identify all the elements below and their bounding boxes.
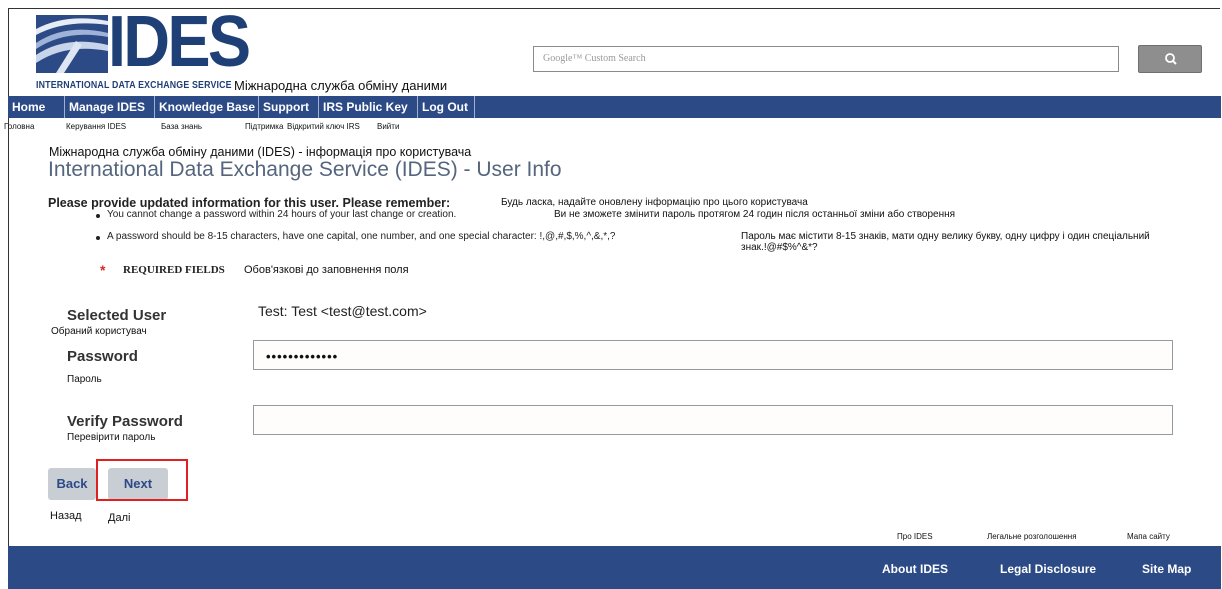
rule-24h: You cannot change a password within 24 h…: [107, 209, 457, 220]
rule-password-format: A password should be 8-15 characters, ha…: [107, 231, 616, 242]
footer-about-uk: Про IDES: [897, 532, 933, 541]
bullet-dot: [96, 214, 100, 218]
required-fields-label-uk: Обов'язкові до заповнення поля: [244, 264, 409, 276]
instructions-heading: Please provide updated information for t…: [48, 196, 451, 210]
nav-irs-public-key[interactable]: IRS Public Key: [319, 96, 418, 118]
search-placeholder: Google™ Custom Search: [543, 53, 646, 64]
search-input[interactable]: Google™ Custom Search: [533, 46, 1119, 72]
nav-key-uk: Відкритий ключ IRS: [287, 122, 360, 131]
instructions-heading-uk: Будь ласка, надайте оновлену інформацію …: [501, 197, 808, 208]
nav-home[interactable]: Home: [8, 96, 65, 118]
nav-support[interactable]: Support: [259, 96, 319, 118]
ides-logo-icon: [36, 15, 108, 73]
logo-subtitle: INTERNATIONAL DATA EXCHANGE SERVICE: [36, 80, 232, 91]
nav-knowledge-base[interactable]: Knowledge Base: [155, 96, 259, 118]
password-label-uk: Пароль: [67, 374, 102, 385]
nav-logout-uk: Вийти: [377, 122, 400, 131]
selected-user-value: Test: Test <test@test.com>: [258, 303, 427, 319]
verify-password-label: Verify Password: [67, 413, 183, 430]
main-nav: Home Manage IDES Knowledge Base Support …: [8, 96, 1221, 118]
back-button-uk: Назад: [50, 510, 82, 522]
search-button[interactable]: [1138, 45, 1202, 73]
footer-sitemap-link[interactable]: Site Map: [1142, 562, 1191, 576]
password-field[interactable]: •••••••••••••: [253, 340, 1173, 370]
page-title: International Data Exchange Service (IDE…: [48, 158, 562, 181]
logo-subtitle-uk: Міжнародна служба обміну даними: [234, 78, 448, 93]
footer-about-link[interactable]: About IDES: [882, 562, 948, 576]
verify-password-label-uk: Перевірити пароль: [67, 432, 156, 443]
footer-legal-uk: Легальне розголошення: [987, 532, 1077, 541]
verify-password-field[interactable]: [253, 405, 1173, 435]
back-button[interactable]: Back: [48, 468, 96, 500]
rule-24h-uk: Ви не зможете змінити пароль протягом 24…: [554, 209, 956, 220]
rule-password-format-uk: Пароль має містити 8-15 знаків, мати одн…: [741, 231, 1150, 242]
nav-home-uk: Головна: [4, 122, 35, 131]
page-title-uk: Міжнародна служба обміну даними (IDES) -…: [49, 145, 472, 159]
footer-sitemap-uk: Мапа сайту: [1127, 532, 1170, 541]
selected-user-label-uk: Обраний користувач: [51, 326, 147, 337]
next-button-highlight: [96, 459, 188, 501]
password-label: Password: [67, 348, 138, 365]
next-button-uk: Далі: [108, 512, 131, 524]
nav-manage-ides[interactable]: Manage IDES: [65, 96, 155, 118]
required-fields-label: REQUIRED FIELDS: [123, 264, 225, 276]
ides-logo-text: IDES: [108, 2, 251, 82]
nav-log-out[interactable]: Log Out: [418, 96, 475, 118]
search-icon: [1165, 53, 1177, 65]
footer-legal-link[interactable]: Legal Disclosure: [1000, 562, 1096, 576]
nav-manage-uk: Керування IDES: [66, 122, 127, 131]
footer-bar: About IDES Legal Disclosure Site Map: [8, 546, 1221, 589]
selected-user-label: Selected User: [67, 307, 167, 324]
nav-support-uk: Підтримка: [245, 122, 284, 131]
required-star: *: [100, 262, 106, 278]
rule-password-format-uk-2: знак.!@#$%^&*?: [741, 242, 818, 253]
password-value: •••••••••••••: [266, 349, 339, 364]
page-frame: [8, 8, 1220, 587]
bullet-dot: [96, 236, 100, 240]
nav-kb-uk: База знань: [161, 122, 203, 131]
